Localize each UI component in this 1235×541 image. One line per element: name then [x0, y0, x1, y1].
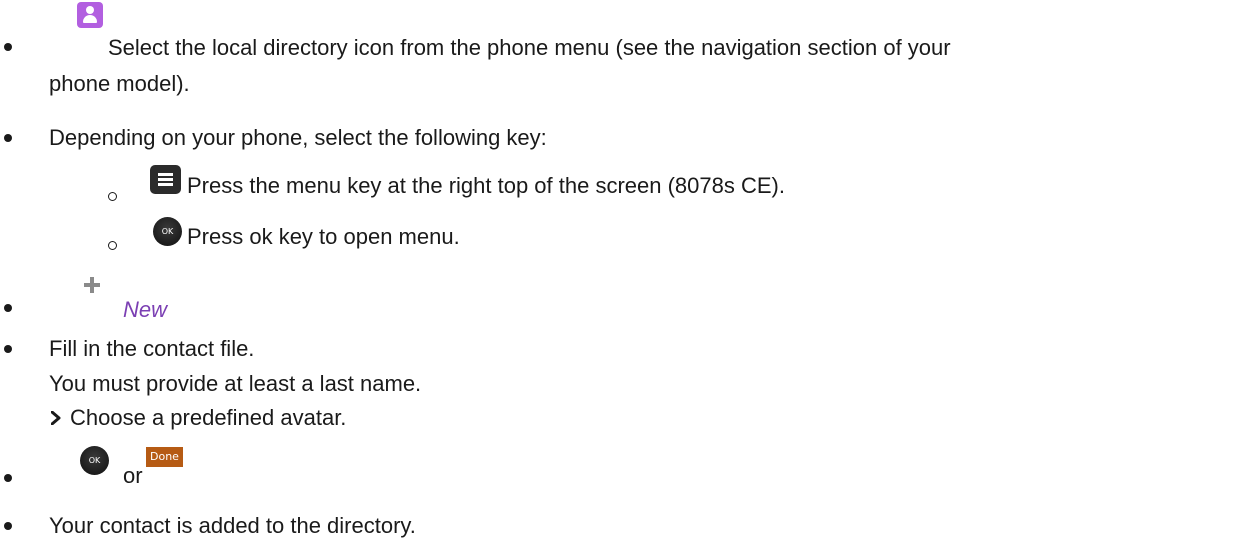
document: Select the local directory icon from the…: [0, 0, 1235, 541]
list-item: Your contact is added to the directory.: [0, 0, 1235, 541]
bullet: [4, 522, 12, 530]
step-text: Your contact is added to the directory.: [49, 513, 416, 538]
